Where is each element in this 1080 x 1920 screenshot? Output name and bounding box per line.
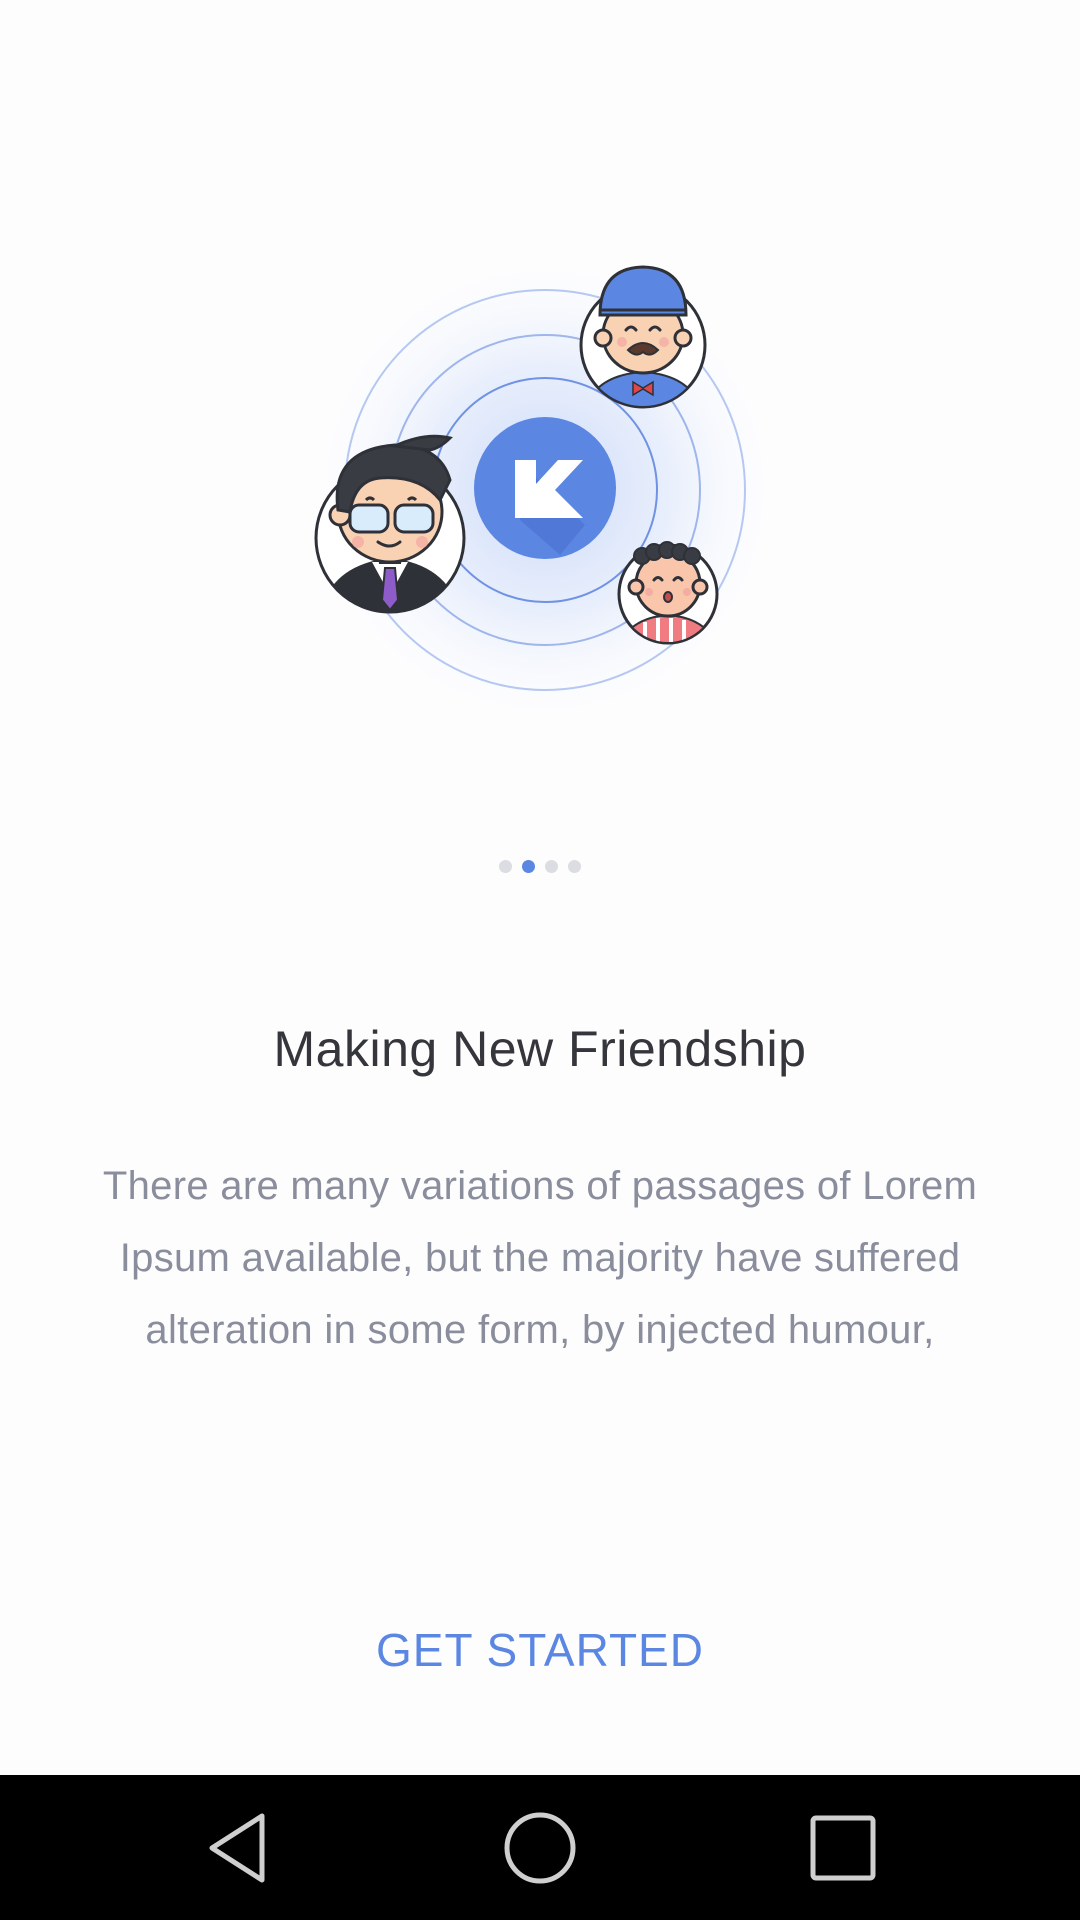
- onboarding-title: Making New Friendship: [273, 1021, 807, 1077]
- onboarding-description: There are many variations of passages of…: [102, 1164, 978, 1352]
- system-navigation-bar: [0, 1775, 1080, 1920]
- get-started-button[interactable]: GET STARTED: [340, 1620, 740, 1680]
- home-icon: [504, 1812, 576, 1883]
- recents-button[interactable]: [773, 1775, 913, 1920]
- recents-icon: [810, 1815, 876, 1880]
- back-icon: [209, 1813, 265, 1882]
- friendship-illustration: K: [300, 250, 770, 715]
- page-dot-4[interactable]: [568, 860, 581, 873]
- kid-avatar: [617, 541, 719, 645]
- page-dot-3[interactable]: [545, 860, 558, 873]
- page-indicator: [0, 860, 1080, 873]
- logo-letter: K: [300, 250, 301, 251]
- home-button[interactable]: [470, 1775, 610, 1920]
- back-button[interactable]: [170, 1775, 310, 1920]
- page-dot-1[interactable]: [499, 860, 512, 873]
- onboarding-screen: K Making New Friendship There are many v…: [0, 0, 1080, 1775]
- page-dot-2-active[interactable]: [522, 860, 535, 873]
